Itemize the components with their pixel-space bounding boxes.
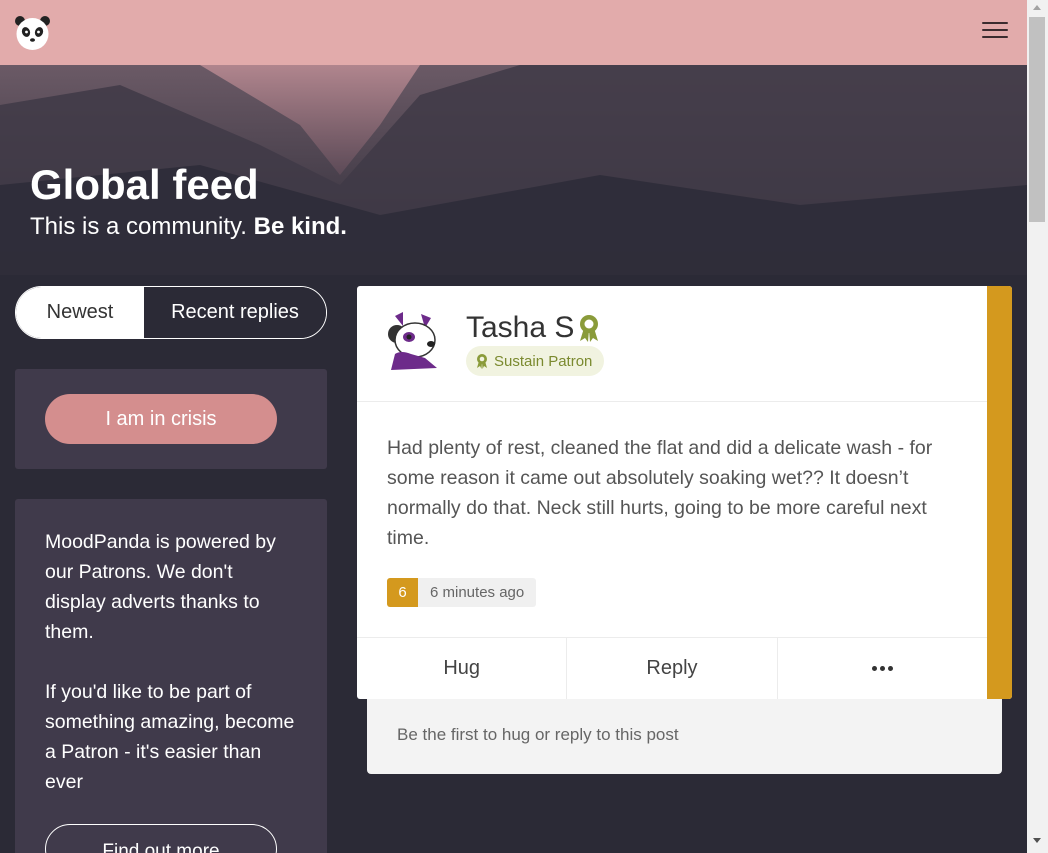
avatar[interactable] [381,310,447,376]
reply-button[interactable]: Reply [567,638,778,699]
post-timestamp: 6 minutes ago [418,578,537,607]
scroll-down-arrow-icon[interactable] [1033,838,1041,843]
scroll-up-arrow-icon[interactable] [1033,5,1041,10]
post-actions: Hug Reply [357,638,987,699]
tab-recent-replies[interactable]: Recent replies [144,287,326,338]
patron-promo-card: MoodPanda is powered by our Patrons. We … [15,499,327,853]
more-dots-icon [871,666,893,671]
empty-replies-text: Be the first to hug or reply to this pos… [397,725,679,744]
post-card: Tasha S Sustain Patron Had plenty of res… [357,286,1012,699]
patron-badge: Sustain Patron [466,346,605,376]
patron-promo-text: MoodPanda is powered by our Patrons. We … [45,531,276,643]
hamburger-menu-icon[interactable] [982,22,1008,42]
post-body: Had plenty of rest, cleaned the flat and… [387,437,933,549]
find-out-more-button[interactable]: Find out more [45,824,277,853]
scrollbar[interactable] [1027,0,1048,853]
hug-button[interactable]: Hug [357,638,568,699]
patron-promo-text-2: If you'd like to be part of something am… [45,681,295,793]
post-meta: 6 6 minutes ago [387,578,537,607]
page-title: Global feed [30,161,259,208]
tab-newest[interactable]: Newest [16,287,144,338]
panda-logo-icon[interactable] [14,14,51,51]
patron-badge-label: Sustain Patron [494,352,593,370]
mood-accent-bar [987,286,1012,699]
scroll-thumb[interactable] [1029,17,1045,222]
post-author[interactable]: Tasha S [466,310,574,346]
more-button[interactable] [778,638,987,699]
replies-panel: Be the first to hug or reply to this pos… [367,699,1002,774]
mood-rating-badge: 6 [387,578,418,607]
crisis-button[interactable]: I am in crisis [45,394,277,444]
crisis-card: I am in crisis [15,369,327,469]
subtitle-emphasis: Be kind. [253,213,347,240]
divider [357,401,987,402]
page-subtitle: This is a community. Be kind. [30,213,347,241]
award-ribbon-icon [580,315,598,342]
hero-banner: Global feed This is a community. Be kind… [0,65,1027,275]
feed-tabs: Newest Recent replies [15,286,327,339]
award-mini-icon [477,353,487,369]
top-bar [0,0,1027,65]
subtitle-text: This is a community. [30,213,247,240]
